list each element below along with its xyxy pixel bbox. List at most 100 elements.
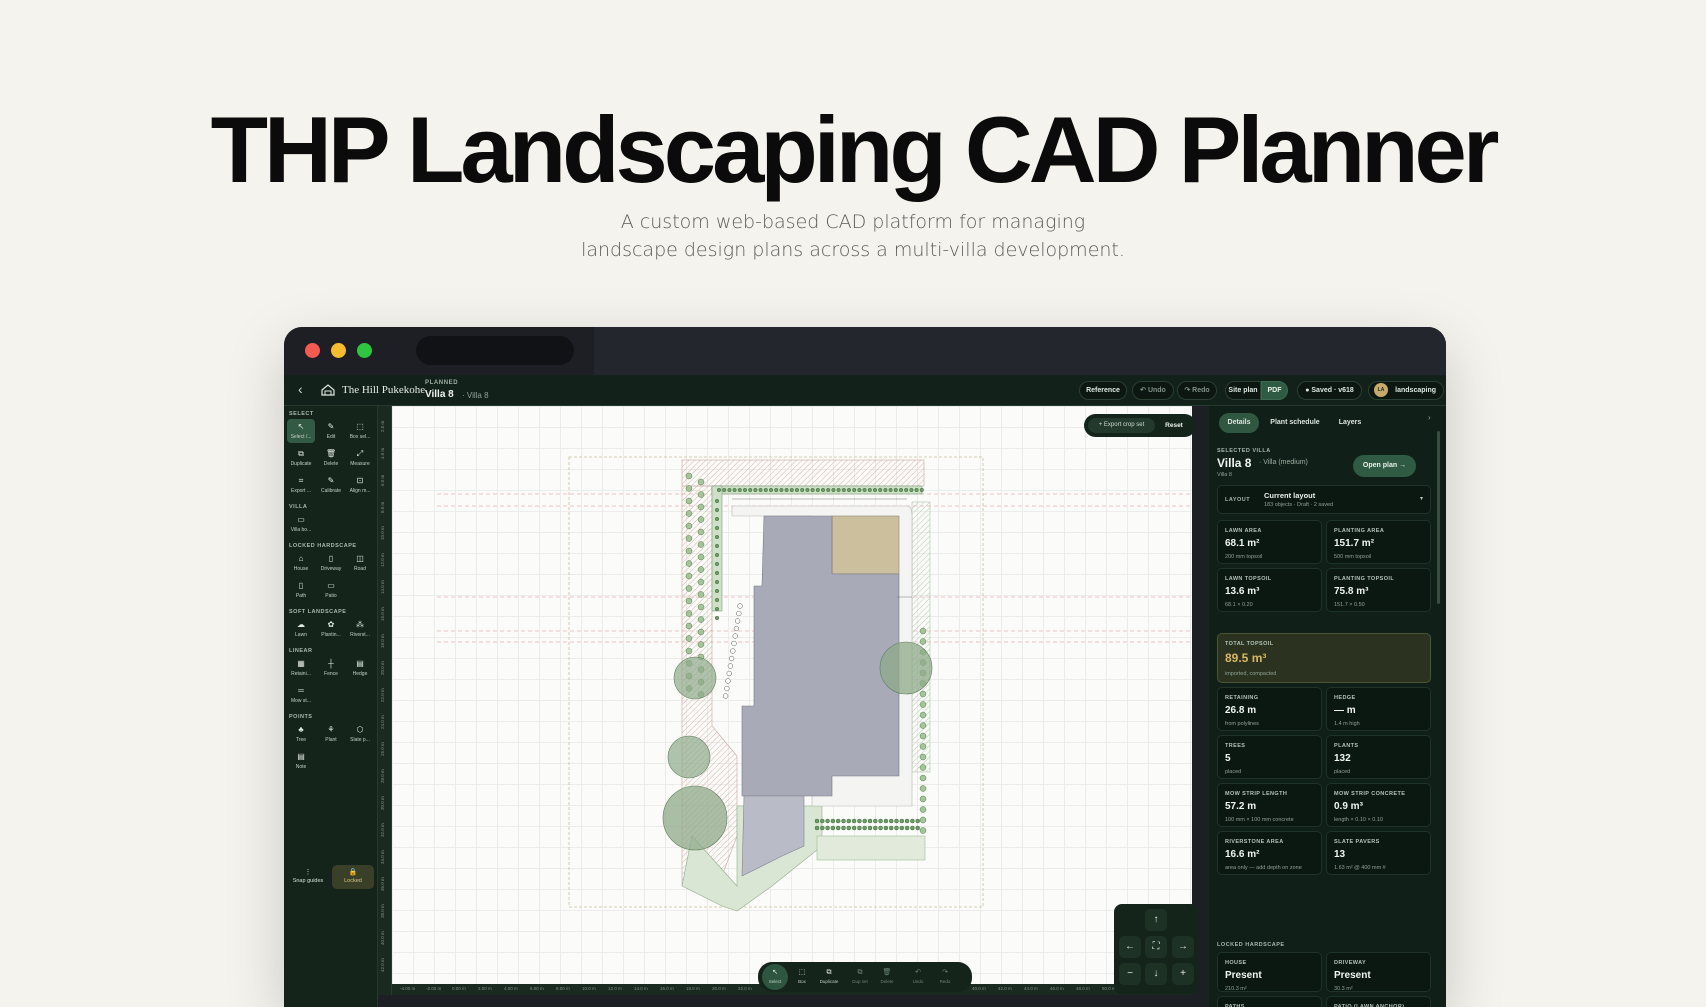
tool-slate[interactable]: ⬡ Slate p... — [346, 722, 374, 746]
tool-label: Note — [295, 764, 307, 770]
plant-marker — [820, 818, 825, 824]
pan-up-button[interactable]: ↑ — [1145, 909, 1167, 931]
bottom-box-button[interactable]: ⬚ Box — [789, 964, 815, 990]
collapse-panel-icon[interactable]: › — [1428, 413, 1431, 422]
ruler-tick-label: 32.0 m — [380, 823, 385, 837]
maximize-window-button[interactable] — [357, 343, 372, 358]
pan-down-button[interactable]: ↓ — [1145, 963, 1167, 985]
bottom-dup-set-button[interactable]: ⧉ Dup set — [847, 964, 873, 990]
tool-fence[interactable]: ┼ Fence — [317, 656, 345, 680]
tool-lawn[interactable]: ☁ Lawn — [287, 617, 315, 641]
bottom-duplicate-button[interactable]: ⧉ Duplicate — [816, 964, 842, 990]
app-window: ‹ The Hill Pukekohe PLANNED Villa 8 · Vi… — [284, 327, 1446, 1007]
section-villa: VILLA — [289, 504, 308, 510]
undo-button[interactable]: ↶ Undo — [1132, 381, 1174, 400]
tab-plant-schedule[interactable]: Plant schedule — [1264, 413, 1326, 433]
tool-tree[interactable]: ♣ Tree — [287, 722, 315, 746]
pan-right-button[interactable]: → — [1172, 936, 1194, 958]
redo-button[interactable]: ↷ Redo — [1177, 381, 1217, 400]
bottom-select-button[interactable]: ↖ Select — [762, 964, 788, 990]
reset-button[interactable]: Reset — [1157, 418, 1191, 433]
plant-marker — [910, 818, 915, 824]
tool-delete[interactable]: 🗑 Delete — [317, 446, 345, 470]
window-titlebar — [284, 327, 1446, 375]
tool-calibrate[interactable]: ✎ Calibrate — [317, 473, 345, 497]
plant-marker — [748, 487, 753, 493]
card-title: TREES — [1225, 743, 1246, 749]
tool-mow-strip[interactable]: ═ Mow st... — [287, 683, 315, 707]
panel-scrollbar[interactable] — [1437, 431, 1440, 604]
plant-marker — [733, 625, 740, 632]
tool-plant[interactable]: ⚘ Plant — [317, 722, 345, 746]
snap-guides-toggle[interactable]: ⋮ Snap guides — [287, 865, 329, 889]
tool-align[interactable]: ⊡ Align m... — [346, 473, 374, 497]
ruler-tick-label: 8.00 m — [556, 986, 570, 991]
tool-house[interactable]: ⌂ House — [287, 551, 315, 575]
ruler-tick-label: 12.0 m — [608, 986, 622, 991]
fit-view-button[interactable]: ⛶ — [1145, 936, 1167, 958]
back-arrow-icon[interactable]: ‹ — [298, 381, 303, 397]
stat-card: MOW STRIP CONCRETE 0.9 m³ length × 0.10 × … — [1326, 783, 1431, 827]
ruler-tick-label: 0.00 m — [452, 986, 466, 991]
tool-villa-box[interactable]: ▭ Villa bo... — [287, 512, 315, 536]
zoom-out-button[interactable]: − — [1119, 963, 1141, 985]
plant-marker — [697, 541, 705, 548]
layout-select[interactable]: LAYOUT Current layout 183 objects · Draf… — [1217, 485, 1431, 514]
bottom-redo-button[interactable]: ↷ Redo — [932, 964, 958, 990]
tool-riverstone[interactable]: ⁂ Riverst... — [346, 617, 374, 641]
plant-marker — [919, 827, 927, 834]
avatar[interactable]: LA — [1374, 383, 1388, 397]
undo-icon: ↶ — [915, 969, 921, 976]
plant-marker — [872, 487, 878, 493]
tool-driveway[interactable]: ▯ Driveway — [317, 551, 345, 575]
plant-marker — [919, 711, 927, 719]
snap-guides-label: Snap guides — [292, 878, 324, 884]
export-crop-set-button[interactable]: + Export crop set — [1088, 418, 1155, 433]
hero-subtitle-line-1: A custom web-based CAD platform for mana… — [620, 211, 1086, 233]
tool-planting[interactable]: ✿ Plantin... — [317, 617, 345, 641]
plant-marker — [685, 622, 693, 630]
tool-select[interactable]: ↖ Select /... — [287, 419, 315, 443]
pan-left-button[interactable]: ← — [1119, 936, 1141, 958]
zoom-in-button[interactable]: + — [1172, 963, 1194, 985]
tool-hedge[interactable]: ▤ Hedge — [346, 656, 374, 680]
open-plan-button[interactable]: Open plan → — [1353, 455, 1416, 477]
reference-button[interactable]: Reference — [1079, 381, 1127, 400]
tool-patio[interactable]: ▭ Patio — [317, 578, 345, 602]
plant-marker — [910, 825, 915, 831]
locked-toggle[interactable]: 🔒 Locked — [332, 865, 374, 889]
plant-marker — [714, 597, 720, 603]
pdf-button[interactable]: PDF — [1261, 381, 1288, 400]
tool-road[interactable]: ◫ Road — [346, 551, 374, 575]
tool-retaining[interactable]: ▦ Retaini... — [287, 656, 315, 680]
ruler-tick-label: 2.0 m — [380, 420, 385, 432]
tool-edit[interactable]: ✎ Edit — [317, 419, 345, 443]
copy-set-icon: ⧉ — [857, 969, 863, 976]
plant-marker — [919, 764, 927, 771]
tool-box-select[interactable]: ⬚ Box sel... — [346, 419, 374, 443]
cursor-icon: ↖ — [297, 422, 305, 431]
bottom-undo-button[interactable]: ↶ Undo — [905, 964, 931, 990]
cursor-icon: ↖ — [772, 969, 778, 976]
stat-card: DRIVEWAY Present 30.3 m² — [1326, 952, 1431, 992]
site-plan-button[interactable]: Site plan — [1225, 381, 1261, 400]
calibrate-icon: ✎ — [327, 476, 335, 485]
plant-marker — [753, 487, 758, 493]
plant-marker — [826, 487, 831, 493]
tool-export[interactable]: ⌗ Export ... — [287, 473, 315, 497]
address-bar[interactable] — [416, 336, 574, 365]
tool-duplicate[interactable]: ⧉ Duplicate — [287, 446, 315, 470]
tool-measure[interactable]: ⤢ Measure — [346, 446, 374, 470]
tab-layers[interactable]: Layers — [1331, 413, 1369, 433]
tool-note[interactable]: ▤ Note — [287, 749, 315, 773]
plant-marker — [697, 553, 705, 561]
ruler-tick-label: -2.00 m — [426, 986, 442, 991]
cad-canvas[interactable] — [392, 406, 1192, 984]
bottom-delete-button[interactable]: 🗑 Delete — [874, 964, 900, 990]
tab-details[interactable]: Details — [1219, 413, 1259, 433]
minimize-window-button[interactable] — [331, 343, 346, 358]
tool-path[interactable]: ▯ Path — [287, 578, 315, 602]
ruler-tick-label: 28.0 m — [380, 769, 385, 783]
plant-marker — [685, 547, 693, 555]
close-window-button[interactable] — [305, 343, 320, 358]
